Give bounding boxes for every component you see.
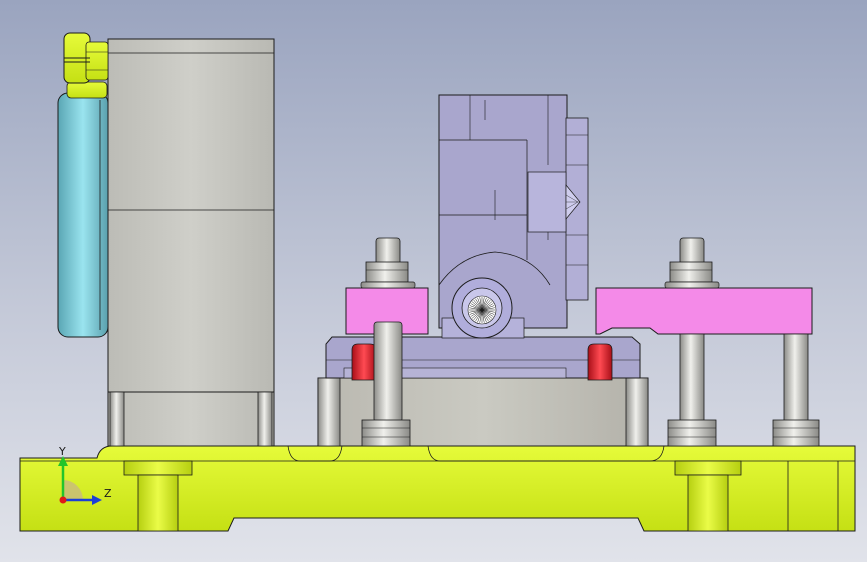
gauge-housing[interactable] [107,38,275,447]
support-post-right-b[interactable] [772,333,820,447]
stud-left[interactable] [360,237,416,289]
clamp-arm-right[interactable] [595,287,813,335]
pivot-bearing[interactable] [451,277,513,339]
cad-viewport[interactable]: Y Z [0,0,867,562]
x-axis-dot [59,496,67,504]
assembly-drawing[interactable]: Y Z [0,0,867,562]
base-plate[interactable] [19,445,856,532]
adjust-knob[interactable] [63,32,109,84]
locator-pin-right[interactable] [587,343,613,381]
y-axis-label: Y [58,445,66,458]
support-post-right-a[interactable] [667,333,717,447]
stud-right[interactable] [664,237,720,289]
z-axis-label: Z [104,487,112,500]
locator-pin-left[interactable] [351,343,377,381]
dial-disc[interactable] [57,81,109,338]
